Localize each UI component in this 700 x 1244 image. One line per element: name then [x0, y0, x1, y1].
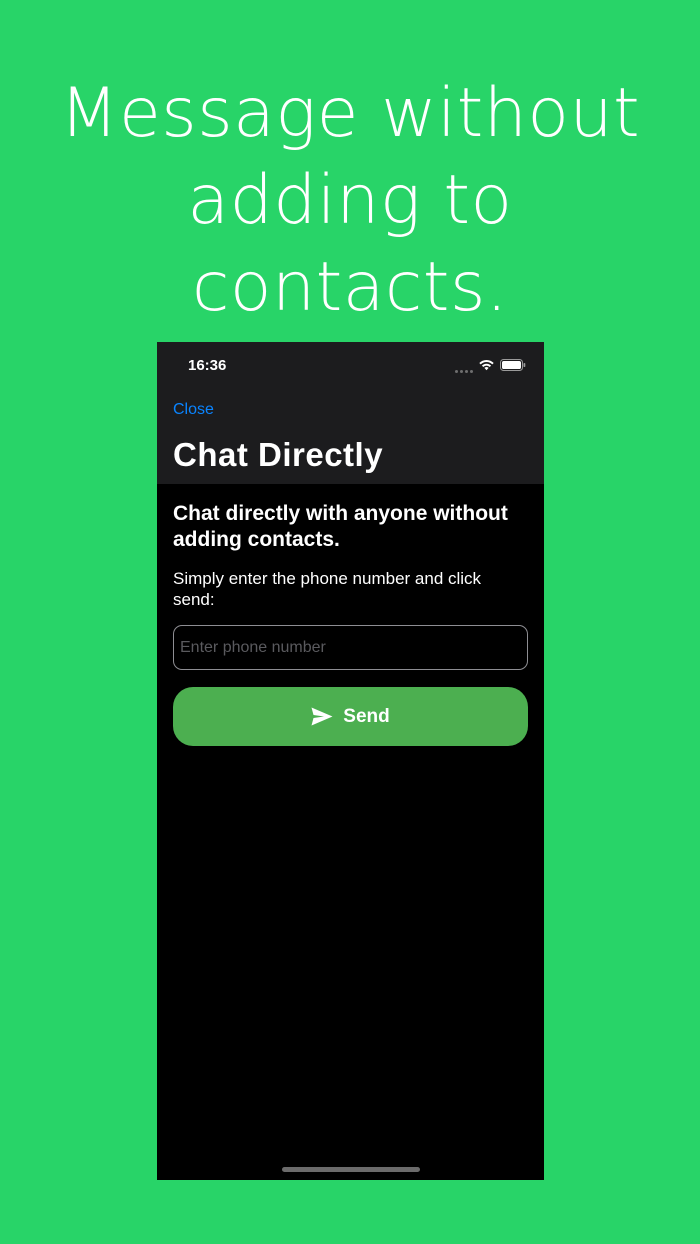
cellular-dots-icon	[455, 362, 473, 373]
home-indicator[interactable]	[282, 1167, 420, 1172]
send-button[interactable]: Send	[173, 687, 528, 746]
promo-headline-line: Message without	[59, 74, 641, 153]
navigation-bar: 16:36 Close Chat Directly	[157, 342, 544, 484]
paper-plane-icon	[311, 707, 333, 726]
content-heading: Chat directly with anyone without adding…	[173, 502, 508, 551]
close-button[interactable]: Close	[173, 401, 214, 419]
phone-number-input[interactable]	[173, 625, 528, 670]
send-button-label: Send	[343, 705, 390, 727]
phone-screen: 16:36 Close Chat Directly Chat directly	[157, 342, 544, 1180]
status-time: 16:36	[188, 357, 227, 374]
promo-headline: Message without adding to contacts.	[0, 70, 700, 331]
status-icons	[455, 358, 526, 376]
content-description: Simply enter the phone number and click …	[173, 569, 482, 609]
page-title: Chat Directly	[173, 436, 384, 473]
battery-icon	[500, 358, 526, 376]
promo-headline-line: adding to	[187, 161, 513, 240]
promo-headline-line: contacts.	[191, 248, 508, 327]
wifi-icon	[478, 358, 495, 376]
